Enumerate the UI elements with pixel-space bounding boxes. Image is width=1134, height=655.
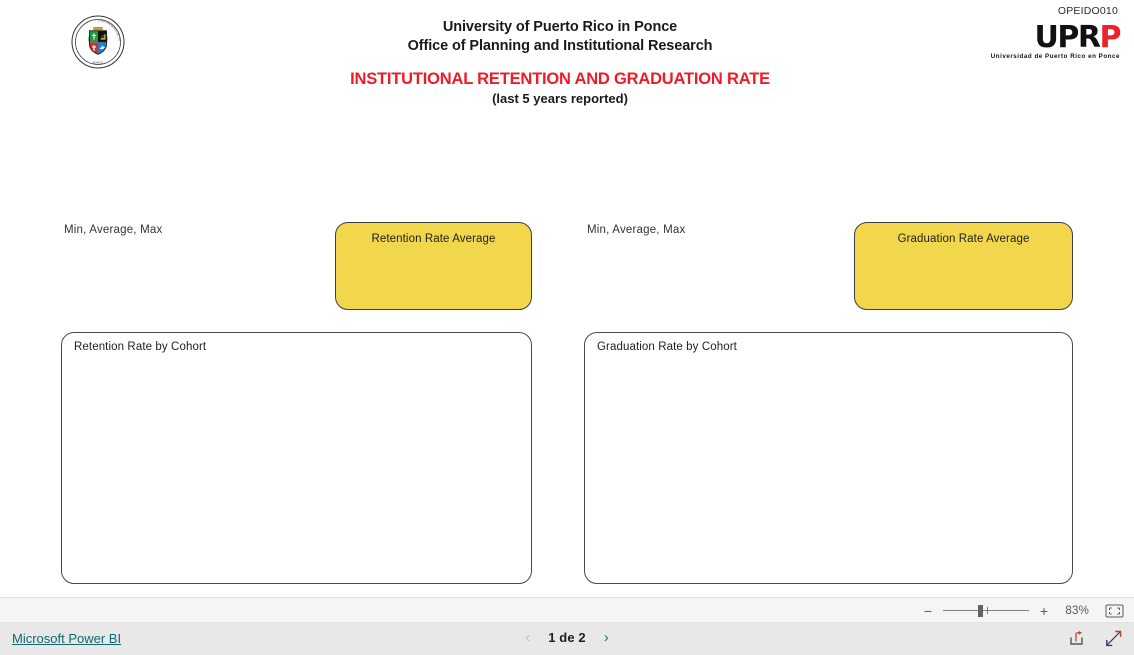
zoom-slider-track bbox=[943, 609, 1029, 611]
fit-to-page-icon[interactable] bbox=[1105, 604, 1124, 618]
retention-rate-by-cohort-title: Retention Rate by Cohort bbox=[74, 341, 207, 353]
graduation-rate-by-cohort-chart[interactable]: Graduation Rate by Cohort bbox=[584, 332, 1073, 584]
organization-name: University of Puerto Rico in Ponce bbox=[442, 19, 678, 35]
office-name: Office of Planning and Institutional Res… bbox=[407, 38, 713, 54]
report-canvas: UNIVERSIDAD DE PUERTO RICO PONCE bbox=[0, 0, 1134, 597]
chevron-right-icon[interactable]: › bbox=[604, 630, 609, 645]
page-navigation: ‹ 1 de 2 › bbox=[525, 630, 608, 645]
graduation-rate-by-cohort-title: Graduation Rate by Cohort bbox=[597, 341, 737, 353]
page-indicator: 1 de 2 bbox=[548, 630, 586, 645]
zoom-bar: − + 83% bbox=[0, 597, 1134, 623]
graduation-rate-average-card[interactable]: Graduation Rate Average bbox=[854, 222, 1073, 310]
opeid-code: OPEIDO010 bbox=[1057, 5, 1118, 17]
uprp-wordmark-red: P bbox=[1099, 20, 1122, 55]
zoom-slider[interactable] bbox=[943, 604, 1029, 618]
zoom-slider-handle[interactable] bbox=[978, 604, 983, 617]
university-seal-icon: UNIVERSIDAD DE PUERTO RICO PONCE bbox=[70, 12, 125, 69]
retention-rate-average-title: Retention Rate Average bbox=[371, 233, 496, 245]
graduation-rate-average-title: Graduation Rate Average bbox=[897, 233, 1030, 245]
footer-bar: Microsoft Power BI ‹ 1 de 2 › bbox=[0, 623, 1134, 655]
uprp-wordmark: UPRP bbox=[988, 23, 1122, 53]
retention-rate-by-cohort-chart[interactable]: Retention Rate by Cohort bbox=[61, 332, 532, 584]
report-header: UNIVERSIDAD DE PUERTO RICO PONCE bbox=[0, 0, 1134, 128]
zoom-in-button[interactable]: + bbox=[1038, 604, 1050, 618]
retention-minmax-label: Min, Average, Max bbox=[64, 224, 163, 236]
zoom-controls: − + 83% bbox=[922, 598, 1124, 623]
uprp-logo: UPRP Universidad de Puerto Rico en Ponce bbox=[988, 23, 1122, 62]
chevron-left-icon[interactable]: ‹ bbox=[525, 630, 530, 645]
zoom-percent-label: 83% bbox=[1065, 604, 1089, 617]
microsoft-power-bi-link[interactable]: Microsoft Power BI bbox=[12, 631, 121, 646]
zoom-out-button[interactable]: − bbox=[922, 604, 934, 618]
share-icon[interactable] bbox=[1068, 630, 1085, 652]
uprp-wordmark-black: UPR bbox=[1034, 20, 1101, 55]
graduation-minmax-label: Min, Average, Max bbox=[587, 224, 686, 236]
page-subtitle: (last 5 years reported) bbox=[492, 91, 628, 106]
svg-text:PONCE: PONCE bbox=[93, 60, 104, 64]
fullscreen-icon[interactable] bbox=[1105, 630, 1122, 652]
retention-rate-average-card[interactable]: Retention Rate Average bbox=[335, 222, 532, 310]
uprp-tagline: Universidad de Puerto Rico en Ponce bbox=[990, 53, 1120, 60]
page-title: INSTITUTIONAL RETENTION AND GRADUATION R… bbox=[350, 70, 770, 88]
zoom-slider-tick bbox=[987, 606, 988, 614]
footer-actions bbox=[1068, 630, 1122, 652]
header-title-block: University of Puerto Rico in Ponce Offic… bbox=[280, 18, 840, 108]
